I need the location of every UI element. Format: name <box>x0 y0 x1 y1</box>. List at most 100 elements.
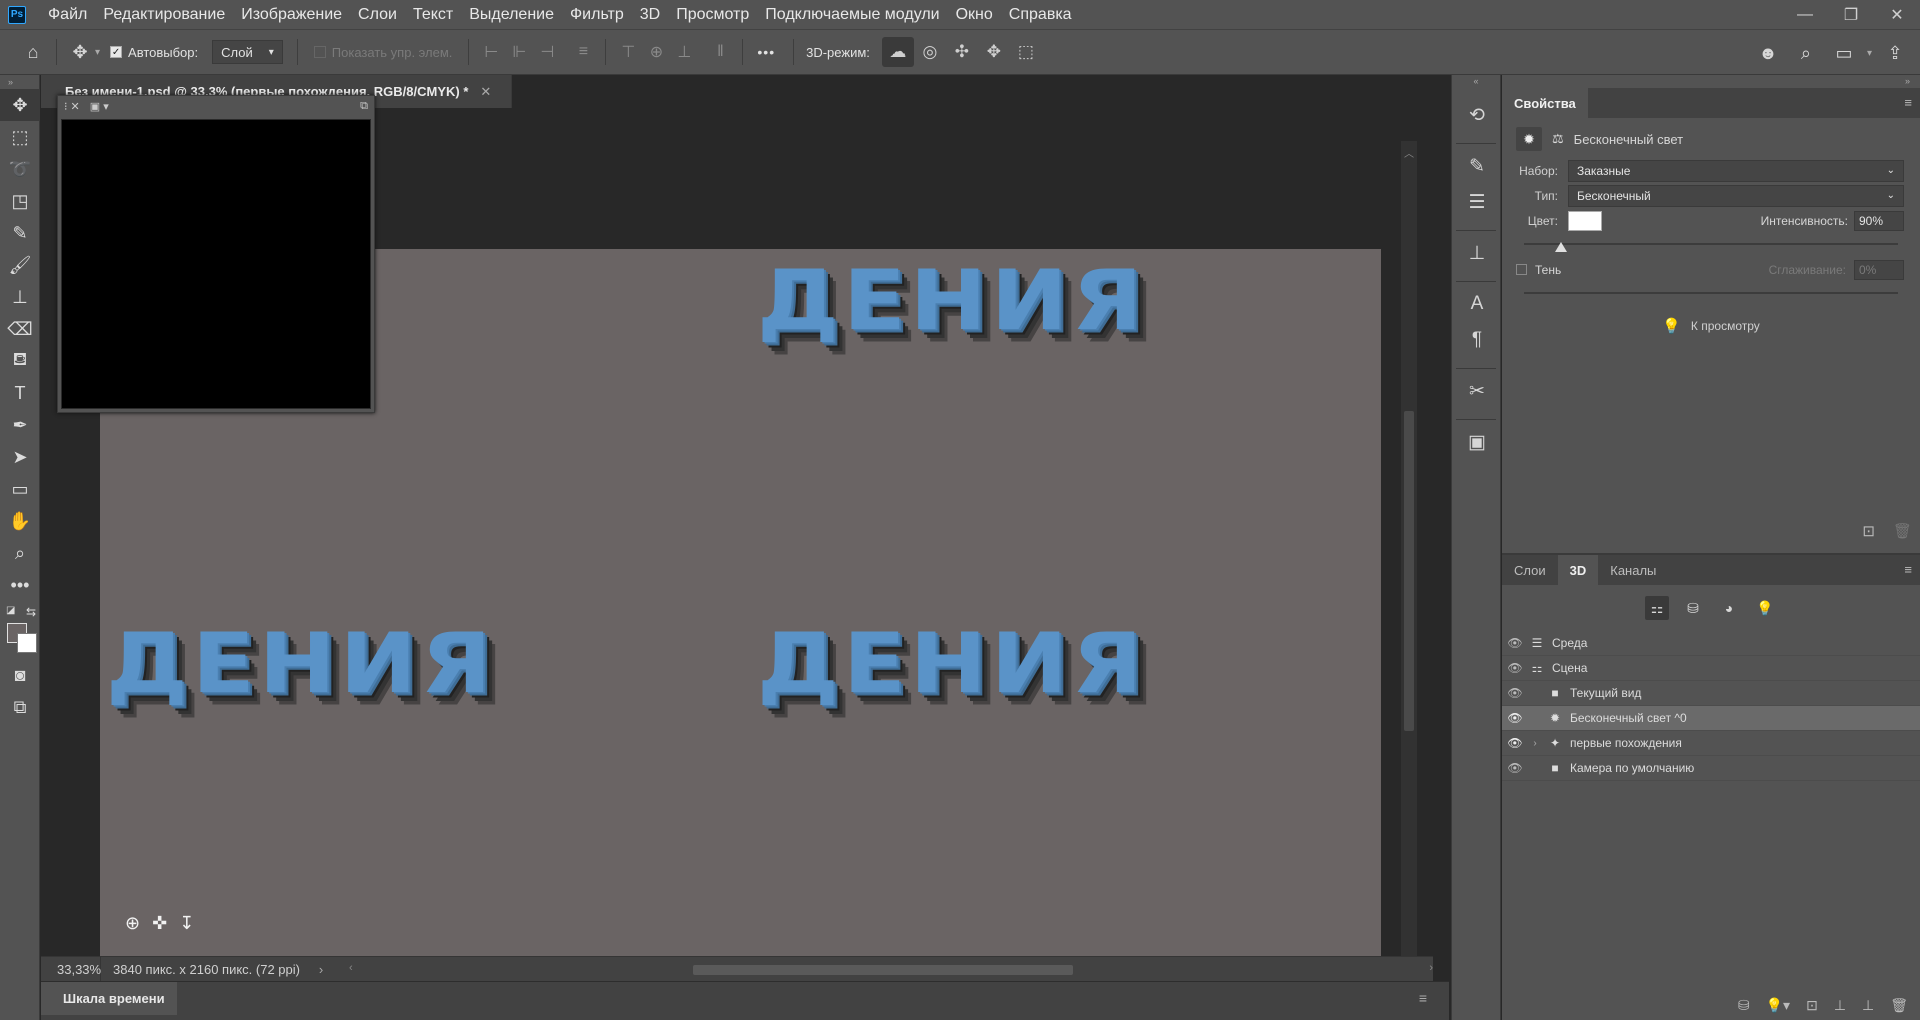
menu-type[interactable]: Текст <box>405 0 461 29</box>
vertical-scrollbar[interactable]: ︿ ﹀ <box>1401 141 1417 989</box>
pan-3d-icon[interactable]: ✣ <box>946 37 978 67</box>
list-item[interactable]: 👁 ☰ Среда <box>1502 631 1920 656</box>
expand-panel-icon[interactable]: ⧉ <box>360 100 368 113</box>
stamp-tool-icon[interactable]: ⊥ <box>0 281 40 313</box>
horizontal-scroll-thumb[interactable] <box>693 965 1073 975</box>
clone-source-icon[interactable]: ⊥ <box>1456 235 1498 271</box>
tool-presets-icon[interactable]: ✂ <box>1456 373 1498 409</box>
infinite-light-icon[interactable]: ✹ <box>1516 127 1542 151</box>
eye-icon[interactable]: 👁 <box>1502 661 1528 675</box>
add-light-icon[interactable]: 💡▾ <box>1766 997 1790 1014</box>
share-icon[interactable]: ⇪ <box>1880 38 1910 68</box>
rectangle-tool-icon[interactable]: ▭ <box>0 473 40 505</box>
menu-window[interactable]: Окно <box>948 0 1001 29</box>
status-menu-arrow-icon[interactable]: › <box>311 962 331 977</box>
menu-view[interactable]: Просмотр <box>668 0 757 29</box>
chevron-down-icon[interactable]: ▾ <box>1867 48 1872 59</box>
paragraph-icon[interactable]: ¶ <box>1456 322 1498 358</box>
object-select-tool-icon[interactable]: ◳ <box>0 185 40 217</box>
align-left-icon[interactable]: ⊢ <box>477 38 505 66</box>
database-icon[interactable]: ⛁ <box>1738 997 1750 1014</box>
quick-mask-icon[interactable]: ◙ <box>0 659 40 691</box>
timeline-tab[interactable]: Шкала времени <box>41 982 177 1015</box>
ps-logo-icon[interactable]: Ps <box>8 5 26 24</box>
zoom-level[interactable]: 33,33% <box>41 956 101 982</box>
coordinates-icon[interactable]: ⚖ <box>1552 131 1564 147</box>
default-colors-icon[interactable]: ◪ <box>6 605 15 616</box>
close-window-button[interactable]: ✕ <box>1874 0 1920 29</box>
brush-settings-icon[interactable]: ✎ <box>1456 148 1498 184</box>
lights-icon[interactable]: 💡 <box>1753 596 1777 620</box>
eraser-tool-icon[interactable]: ⌫ <box>0 313 40 345</box>
move-to-view-button[interactable]: 💡 К просмотру <box>1510 306 1912 346</box>
depth-gizmo-icon[interactable]: ↧ <box>179 913 194 934</box>
chevron-down-icon[interactable]: ▾ <box>95 47 100 58</box>
tab-3d[interactable]: 3D <box>1557 555 1599 585</box>
pen-tool-icon[interactable]: ✒ <box>0 409 40 441</box>
menu-help[interactable]: Справка <box>1001 0 1080 29</box>
menu-filter[interactable]: Фильтр <box>562 0 632 29</box>
distribute-horizontal-icon[interactable]: ≡ <box>569 38 597 66</box>
list-item[interactable]: 👁 ■ Текущий вид <box>1502 681 1920 706</box>
show-transform-checkbox[interactable] <box>313 46 326 58</box>
align-hcenter-icon[interactable]: ⊩ <box>505 38 533 66</box>
navigator-preview[interactable] <box>61 119 371 409</box>
menu-plugins[interactable]: Подключаемые модули <box>757 0 947 29</box>
menu-select[interactable]: Выделение <box>461 0 562 29</box>
intensity-slider[interactable] <box>1524 239 1898 252</box>
brush-tool-icon[interactable]: 🖌 <box>0 249 40 281</box>
ground-icon[interactable]: ⊥ <box>1834 997 1846 1014</box>
light-color-swatch[interactable] <box>1568 210 1602 231</box>
more-tools-icon[interactable]: ••• <box>0 569 40 601</box>
zoom-tool-icon[interactable]: ⌕ <box>0 537 40 569</box>
align-top-icon[interactable]: ⊤ <box>614 38 642 66</box>
collapse-icon[interactable]: » <box>0 75 39 89</box>
panel-menu-icon[interactable]: ≡ <box>1904 95 1912 110</box>
hand-tool-icon[interactable]: ✋ <box>0 505 40 537</box>
minimize-button[interactable]: — <box>1782 0 1828 29</box>
scroll-up-icon[interactable]: ︿ <box>1404 145 1414 160</box>
collapse-icon[interactable]: » <box>1502 75 1920 87</box>
orbit-3d-icon[interactable]: ☁ <box>881 37 914 67</box>
menu-3d[interactable]: 3D <box>632 0 668 29</box>
align-vcenter-icon[interactable]: ⊕ <box>642 38 670 66</box>
slider-thumb[interactable] <box>1555 242 1568 252</box>
screen-mode-icon[interactable]: ⧉ <box>0 691 40 723</box>
eye-icon[interactable]: 👁 <box>1502 686 1528 700</box>
autoselect-checkbox[interactable]: ✓ <box>110 46 123 58</box>
restore-button[interactable]: ❐ <box>1828 0 1874 29</box>
collapse-icon[interactable]: « <box>1452 75 1500 87</box>
softness-slider[interactable] <box>1524 288 1898 300</box>
render-icon[interactable]: ⊡ <box>1862 522 1875 540</box>
panel-grip-icon[interactable]: ⁝ ✕ <box>64 100 80 113</box>
trash-icon[interactable]: 🗑 <box>1890 997 1908 1014</box>
path-select-tool-icon[interactable]: ➤ <box>0 441 40 473</box>
whole-scene-icon[interactable]: ⚏ <box>1645 596 1669 620</box>
scroll-right-icon[interactable]: › <box>1429 962 1433 974</box>
chevron-right-icon[interactable]: › <box>1528 738 1542 749</box>
home-icon[interactable]: ⌂ <box>18 37 48 67</box>
trash-icon[interactable]: 🗑 <box>1893 522 1912 540</box>
scroll-left-icon[interactable]: ‹ <box>349 962 353 974</box>
panel-menu-icon[interactable]: ≡ <box>1419 990 1427 1006</box>
list-item[interactable]: 👁 ✹ Бесконечный свет ^0 <box>1502 706 1920 731</box>
render-icon[interactable]: ⊡ <box>1806 997 1818 1014</box>
menu-file[interactable]: Файл <box>40 0 95 29</box>
tab-channels[interactable]: Каналы <box>1598 555 1668 585</box>
list-item[interactable]: 👁 ⚏ Сцена <box>1502 656 1920 681</box>
navigator-icon[interactable]: ▣ <box>1456 424 1498 460</box>
lasso-tool-icon[interactable]: ➰ <box>0 153 40 185</box>
background-color-swatch[interactable] <box>17 633 37 653</box>
tab-layers[interactable]: Слои <box>1502 555 1558 585</box>
tab-properties[interactable]: Свойства <box>1502 88 1588 118</box>
character-icon[interactable]: A <box>1456 286 1498 322</box>
text-tool-icon[interactable]: T <box>0 377 40 409</box>
meshes-icon[interactable]: ⛁ <box>1681 596 1705 620</box>
menu-edit[interactable]: Редактирование <box>95 0 233 29</box>
align-bottom-icon[interactable]: ⊥ <box>670 38 698 66</box>
eye-icon[interactable]: 👁 <box>1502 711 1528 725</box>
list-item[interactable]: 👁 › ✦ первые похождения <box>1502 731 1920 756</box>
move-tool-icon[interactable]: ✥ <box>65 37 95 67</box>
materials-icon[interactable]: ◕ <box>1717 596 1741 620</box>
close-icon[interactable]: ✕ <box>480 84 491 100</box>
